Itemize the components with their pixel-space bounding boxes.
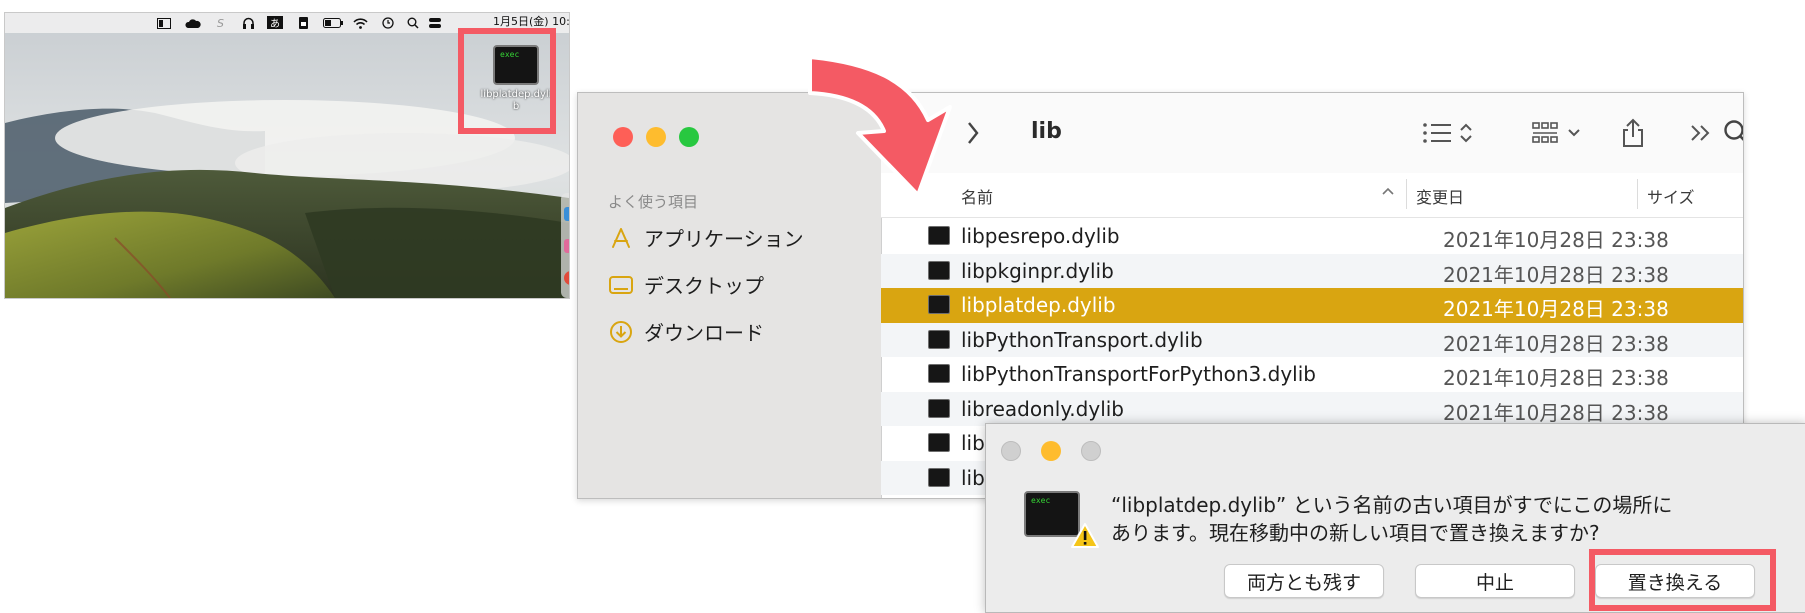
file-row[interactable]: libpesrepo.dylib 2021年10月28日 23:38 bbox=[881, 219, 1743, 254]
search-icon[interactable] bbox=[407, 17, 419, 29]
exec-file-icon bbox=[928, 433, 950, 452]
file-name: libreadonly.dylib bbox=[961, 396, 1124, 421]
file-date: 2021年10月28日 23:38 bbox=[1443, 297, 1669, 321]
file-name: lib bbox=[961, 465, 985, 490]
dialog-message-line2: あります。現在移動中の新しい項目で置き換えますか? bbox=[1111, 521, 1600, 545]
clock-icon[interactable] bbox=[382, 17, 394, 29]
file-date: 2021年10月28日 23:38 bbox=[1443, 331, 1669, 356]
column-date-header[interactable]: 変更日 bbox=[1416, 184, 1464, 208]
file-name: libPythonTransportForPython3.dylib bbox=[961, 362, 1316, 386]
share-icon[interactable] bbox=[1621, 117, 1645, 149]
zoom-button[interactable] bbox=[679, 127, 699, 147]
column-size-header[interactable]: サイズ bbox=[1647, 184, 1695, 208]
close-button[interactable] bbox=[1001, 441, 1021, 461]
file-row[interactable]: libpkginpr.dylib 2021年10月28日 23:38 bbox=[881, 253, 1743, 288]
downloads-icon bbox=[608, 319, 634, 345]
file-date: 2021年10月28日 23:38 bbox=[1443, 366, 1669, 390]
search-icon[interactable] bbox=[1723, 117, 1743, 149]
file-name: libplatdep.dylib bbox=[961, 293, 1116, 317]
sidebar-item-label: デスクトップ bbox=[644, 274, 764, 298]
headphones-icon[interactable] bbox=[242, 17, 255, 29]
exec-file-icon bbox=[928, 295, 950, 314]
stop-button[interactable]: 中止 bbox=[1415, 564, 1575, 598]
wifi-icon[interactable] bbox=[353, 17, 368, 29]
file-name: libpkginpr.dylib bbox=[961, 258, 1114, 283]
dialog-message-line1: “libplatdep.dylib” という名前の古い項目がすでにこの場所に bbox=[1111, 493, 1673, 517]
sidebar-item-applications[interactable]: アプリケーション bbox=[608, 223, 804, 252]
file-row-selected[interactable]: libplatdep.dylib 2021年10月28日 23:38 bbox=[881, 288, 1743, 323]
warning-icon bbox=[1071, 523, 1099, 548]
finder-toolbar: lib bbox=[881, 93, 1743, 173]
close-button[interactable] bbox=[613, 127, 633, 147]
exec-file-icon bbox=[928, 226, 950, 245]
file-date: 2021年10月28日 23:38 bbox=[1443, 262, 1669, 287]
column-divider[interactable] bbox=[1406, 179, 1407, 209]
sidebar-icon[interactable] bbox=[157, 17, 171, 29]
file-name: libPythonTransport.dylib bbox=[961, 327, 1203, 352]
folder-title: lib bbox=[1031, 119, 1062, 144]
minimize-button[interactable] bbox=[1041, 441, 1061, 461]
input-method-icon[interactable]: あ bbox=[267, 16, 283, 30]
file-name: lib bbox=[961, 431, 985, 455]
file-date: 2021年10月28日 23:38 bbox=[1443, 228, 1669, 252]
sidebar-item-label: ダウンロード bbox=[644, 321, 764, 345]
exec-file-icon bbox=[928, 260, 950, 280]
launchpad-dock-icon[interactable] bbox=[564, 239, 569, 253]
zoom-button[interactable] bbox=[1081, 441, 1101, 461]
sort-chevron-up-icon[interactable] bbox=[1381, 183, 1395, 202]
sidebar-item-label: アプリケーション bbox=[644, 227, 804, 251]
curved-arrow-icon bbox=[808, 55, 952, 197]
exec-file-icon bbox=[928, 364, 950, 383]
sidebar-section-favorites: よく使う項目 bbox=[608, 193, 699, 211]
sim-icon[interactable] bbox=[299, 17, 308, 29]
group-view-icon[interactable] bbox=[1531, 117, 1587, 149]
more-toolbar-icon[interactable] bbox=[1689, 117, 1713, 149]
minimize-button[interactable] bbox=[646, 127, 666, 147]
finder-dock-icon[interactable] bbox=[564, 207, 569, 221]
file-row[interactable]: libPythonTransportForPython3.dylib 2021年1… bbox=[881, 357, 1743, 392]
highlight-box-replace-button bbox=[1589, 549, 1776, 611]
sidebar-item-downloads[interactable]: ダウンロード bbox=[608, 317, 764, 346]
desktop-icon bbox=[608, 272, 634, 298]
list-view-icon[interactable] bbox=[1421, 117, 1481, 149]
file-row[interactable]: libreadonly.dylib 2021年10月28日 23:38 bbox=[881, 391, 1743, 426]
exec-icon-label: exec bbox=[1031, 496, 1051, 505]
sidebar-item-desktop[interactable]: デスクトップ bbox=[608, 270, 764, 299]
file-date: 2021年10月28日 23:38 bbox=[1443, 400, 1669, 425]
keep-both-button[interactable]: 両方とも残す bbox=[1224, 564, 1384, 598]
column-divider[interactable] bbox=[1637, 179, 1638, 209]
file-name: libpesrepo.dylib bbox=[961, 224, 1120, 248]
exec-file-icon bbox=[928, 329, 950, 349]
cloud-icon[interactable] bbox=[185, 17, 201, 29]
column-header: 名前 変更日 サイズ bbox=[881, 173, 1743, 218]
highlight-box-desktop-file bbox=[458, 28, 556, 134]
applications-icon bbox=[608, 225, 634, 251]
menubar-clock[interactable]: 1月5日(金) 10:14 bbox=[493, 15, 569, 28]
file-row[interactable]: libPythonTransport.dylib 2021年10月28日 23:3… bbox=[881, 322, 1743, 357]
s-icon[interactable]: S bbox=[217, 17, 224, 30]
dock-edge bbox=[561, 193, 569, 298]
exec-file-icon bbox=[928, 398, 950, 418]
chrome-dock-icon[interactable] bbox=[564, 271, 569, 285]
battery-icon[interactable] bbox=[323, 17, 343, 29]
control-center-icon[interactable] bbox=[429, 17, 441, 29]
exec-file-icon bbox=[928, 467, 950, 487]
